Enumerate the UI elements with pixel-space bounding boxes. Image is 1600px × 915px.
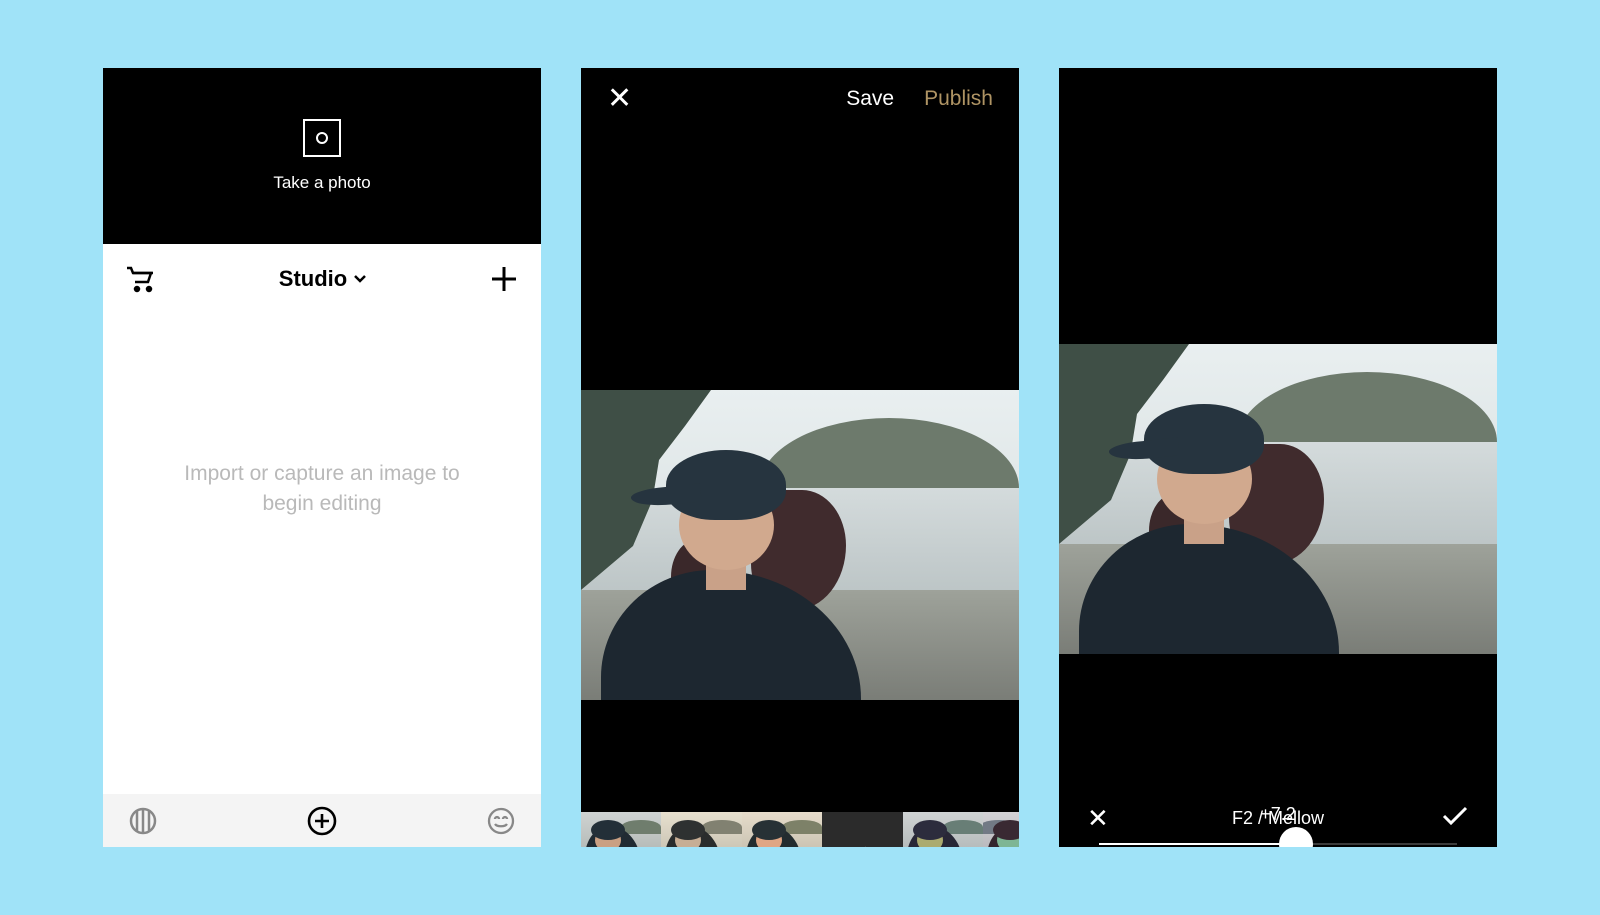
edit-topbar: ✕ Save Publish	[581, 68, 1019, 130]
publish-button[interactable]: Publish	[924, 87, 993, 111]
filter-b1[interactable]: B1	[581, 812, 661, 847]
studio-title-text: Studio	[279, 266, 347, 292]
filter-c1[interactable]: C1	[742, 812, 822, 847]
studio-header: Studio	[103, 244, 541, 314]
filter-m3[interactable]: M3	[983, 812, 1019, 847]
screen-edit-filters: ✕ Save Publish B1B5C1—▸-F2G3M3	[581, 68, 1019, 847]
filter-name-label: F2 / Mellow	[1059, 808, 1497, 829]
add-icon[interactable]	[489, 264, 519, 294]
take-photo-label: Take a photo	[273, 173, 370, 193]
tab-add-icon[interactable]	[306, 805, 338, 837]
camera-icon	[303, 119, 341, 157]
chevron-down-icon	[353, 274, 367, 284]
bottom-tabbar	[103, 794, 541, 847]
cancel-icon[interactable]: ✕	[1087, 803, 1109, 834]
slider-icon: —▸-	[822, 812, 902, 847]
filter-b5[interactable]: B5	[661, 812, 741, 847]
empty-state-text: Import or capture an image to begin edit…	[172, 459, 472, 520]
photo-preview[interactable]	[1059, 344, 1497, 654]
save-button[interactable]: Save	[846, 87, 894, 111]
close-icon[interactable]: ✕	[607, 84, 632, 114]
store-icon[interactable]	[125, 265, 157, 293]
photo-preview[interactable]	[581, 390, 1019, 700]
studio-body: Import or capture an image to begin edit…	[103, 314, 541, 794]
screen-studio-empty: Take a photo Studio Import or capture an…	[103, 68, 541, 847]
studio-dropdown[interactable]: Studio	[279, 266, 367, 292]
filter-g3[interactable]: G3	[903, 812, 983, 847]
slider-bottom-bar: ✕ F2 / Mellow	[1059, 789, 1497, 847]
filter-f2[interactable]: —▸-F2	[822, 812, 902, 847]
tab-profile-icon[interactable]	[486, 806, 516, 836]
confirm-icon[interactable]	[1441, 805, 1469, 832]
take-photo-panel[interactable]: Take a photo	[103, 68, 541, 244]
tab-library-icon[interactable]	[128, 806, 158, 836]
screen-edit-slider: +7.2 ✕ F2 / Mellow	[1059, 68, 1497, 847]
filter-strip[interactable]: B1B5C1—▸-F2G3M3	[581, 812, 1019, 847]
